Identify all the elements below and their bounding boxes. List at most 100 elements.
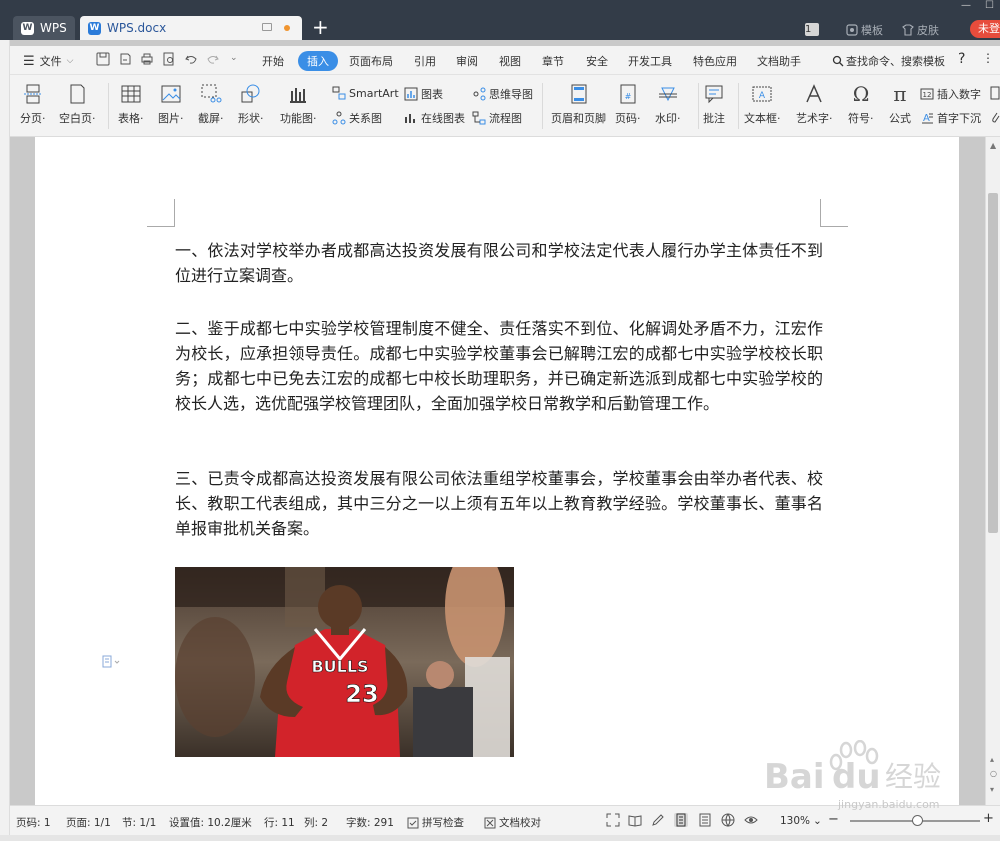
watermark-button[interactable]: 水印· [655,83,681,126]
zoom-dropdown-icon[interactable]: ⌄ [813,815,822,827]
prev-page-icon[interactable]: ▴ [990,755,994,764]
print-preview-icon[interactable] [162,52,176,66]
online-chart-button[interactable]: 在线图表 [404,110,465,126]
document-workspace[interactable]: 一、依法对学校举办者成都高达投资发展有限公司和学校法定代表人履行办学主体责任不到… [10,137,985,805]
smartart-label: SmartArt [349,86,399,100]
tab-special-apps[interactable]: 特色应用 [693,53,737,69]
command-search[interactable]: 查找命令、搜索模板 [832,53,945,69]
status-row[interactable]: 行: 11 [264,815,295,830]
status-setting-value[interactable]: 设置值: 10.2厘米 [169,815,252,830]
flowchart-button[interactable]: 流程图 [472,110,522,126]
export-pdf-icon[interactable] [118,52,132,66]
formula-button[interactable]: π 公式 [889,83,911,126]
paragraph-3[interactable]: 三、已责令成都高达投资发展有限公司依法重组学校董事会，学校董事会由举办者代表、校… [175,466,823,541]
tab-wps-home[interactable]: W WPS [13,16,75,40]
save-icon[interactable] [96,52,110,66]
spell-check-button[interactable]: 拼写检查 [407,815,464,830]
chevron-down-icon: ⌵ [66,56,74,66]
status-page-code[interactable]: 页码: 1 [16,815,51,830]
file-menu[interactable]: ☰ 文件 ⌵ [23,53,73,69]
status-word-count[interactable]: 字数: 291 [346,815,394,830]
page-break-button[interactable]: 分页· [20,83,46,126]
document-page[interactable]: 一、依法对学校举办者成都高达投资发展有限公司和学校法定代表人履行办学主体责任不到… [35,137,959,805]
blank-page-icon [70,84,85,104]
maximize-icon[interactable]: ☐ [985,0,994,14]
minimize-icon[interactable]: — [961,0,971,14]
textbox-button[interactable]: A 文本框· [744,83,781,126]
online-chart-icon [405,114,415,123]
smartart-button[interactable]: SmartArt [332,86,399,100]
tab-doc-assistant[interactable]: 文档助手 [757,53,801,69]
blank-page-button[interactable]: 空白页· [59,83,96,126]
monitor-icon[interactable] [262,23,272,31]
redo-icon[interactable] [206,52,220,66]
tab-chapter[interactable]: 章节 [542,53,564,69]
status-page-count[interactable]: 页面: 1/1 [66,815,111,830]
relation-chart-button[interactable]: 关系图 [332,110,382,126]
menu-bar: ☰ 文件 ⌵ ⌄ 开始 插入 页面布局 引用 审阅 视图 章节 安全 开发工具 … [10,46,1000,75]
shape-button[interactable]: 形状· [238,83,264,126]
tab-view[interactable]: 视图 [499,53,521,69]
eye-protection-icon[interactable] [744,813,758,827]
help-button[interactable]: ? [958,51,965,67]
inserted-photo[interactable]: BULLS 23 [175,567,514,757]
zoom-slider[interactable] [850,815,980,826]
status-column[interactable]: 列: 2 [304,815,328,830]
print-icon[interactable] [140,52,154,66]
insert-number-button[interactable]: 12 插入数字 [920,86,981,102]
select-browse-icon[interactable]: ○ [990,769,997,778]
scroll-thumb[interactable] [988,193,998,533]
page-number-icon: # [620,84,636,104]
undo-icon[interactable] [184,52,198,66]
zoom-level[interactable]: 130% [780,815,810,827]
tab-home[interactable]: 开始 [262,53,284,69]
tab-review[interactable]: 审阅 [456,53,478,69]
picture-button[interactable]: 图片· [158,83,184,126]
window-controls: — ☐ [948,0,1000,14]
templates-button[interactable]: 模板 [846,22,883,38]
screenshot-button[interactable]: 截屏· [198,83,224,126]
new-tab-button[interactable]: + [312,17,329,37]
drop-cap-button[interactable]: A 首字下沉 [920,110,981,126]
web-view-icon[interactable] [721,813,735,827]
comment-button[interactable]: 批注 [703,83,725,126]
vertical-scrollbar[interactable]: ▲ ▴ ○ ▾ [985,137,1000,805]
attachment-icon[interactable] [990,110,1000,124]
fullscreen-icon[interactable] [606,813,620,827]
mindmap-button[interactable]: 思维导图 [472,86,533,102]
tab-references[interactable]: 引用 [414,53,436,69]
more-icon[interactable]: ⋮ [982,51,994,65]
zoom-in-icon[interactable]: + [983,811,994,826]
zoom-out-icon[interactable]: − [828,812,839,827]
proofread-button[interactable]: 文档校对 [484,815,541,830]
tab-insert[interactable]: 插入 [298,51,338,71]
outline-view-icon[interactable] [698,813,712,827]
paragraph-layout-icon[interactable] [101,655,121,669]
chart-button[interactable]: 图表 [404,86,443,102]
spellcheck-icon [407,817,419,828]
reading-mode-icon[interactable] [628,813,642,827]
zoom-slider-knob[interactable] [911,815,923,826]
tab-document[interactable]: W WPS.docx [80,16,302,40]
tab-page-layout[interactable]: 页面布局 [349,53,393,69]
table-button[interactable]: 表格· [118,83,144,126]
scroll-up-icon[interactable]: ▲ [990,141,996,150]
next-page-icon[interactable]: ▾ [990,785,994,794]
skin-button[interactable]: 皮肤 [902,22,939,38]
header-footer-button[interactable]: 页眉和页脚 [551,83,606,126]
qat-dropdown-icon[interactable]: ⌄ [230,53,238,63]
status-section[interactable]: 节: 1/1 [122,815,156,830]
object-icon[interactable] [990,86,1000,100]
pen-icon[interactable] [651,813,665,827]
tab-security[interactable]: 安全 [586,53,608,69]
wordart-button[interactable]: 艺术字· [796,83,833,126]
paragraph-2[interactable]: 二、鉴于成都七中实验学校管理制度不健全、责任落实不到位、化解调处矛盾不力，江宏作… [175,316,823,416]
symbol-button[interactable]: Ω 符号· [848,83,874,126]
page-number-button[interactable]: # 页码· [615,83,641,126]
tab-developer[interactable]: 开发工具 [628,53,672,69]
page-view-icon[interactable] [674,813,688,827]
notification-badge[interactable]: 1 [805,23,819,36]
function-chart-button[interactable]: 功能图· [280,83,317,126]
login-button[interactable]: 未登 [970,20,1000,38]
paragraph-1[interactable]: 一、依法对学校举办者成都高达投资发展有限公司和学校法定代表人履行办学主体责任不到… [175,238,823,288]
